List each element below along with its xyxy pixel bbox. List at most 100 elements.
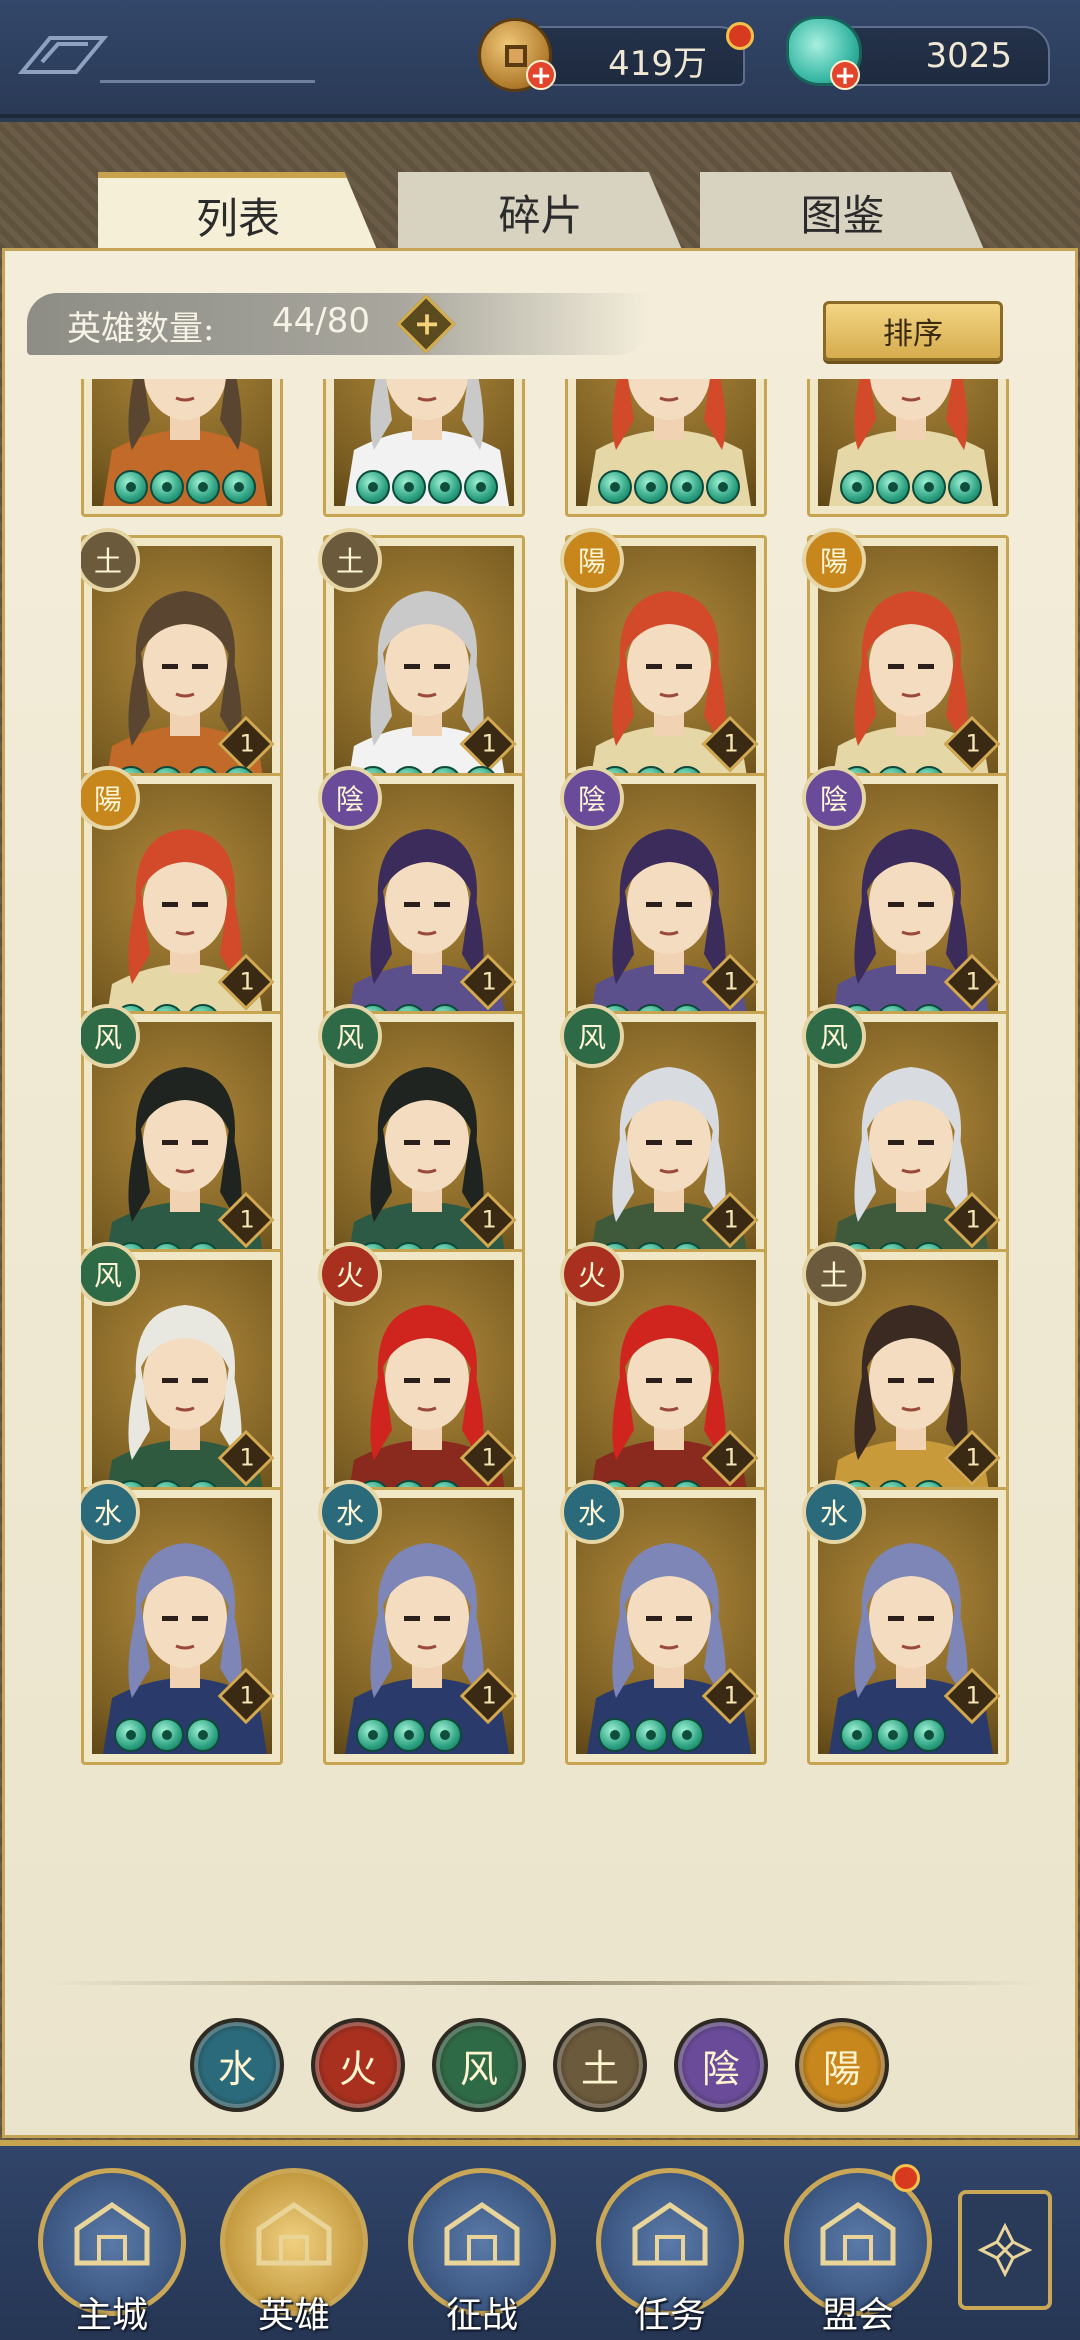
sort-button[interactable]: 排序 — [823, 301, 1003, 361]
hero-card[interactable]: 水1 — [318, 1480, 525, 1765]
element-badge-wind: 风 — [802, 1004, 866, 1068]
menu-icon[interactable] — [18, 30, 108, 80]
tab-fragments[interactable]: 碎片 — [398, 172, 683, 252]
hero-star-row — [356, 1718, 462, 1752]
hero-count-label: 英雄数量: — [67, 309, 215, 349]
more-menu-button[interactable] — [958, 2190, 1052, 2310]
tab-list[interactable]: 列表 — [98, 172, 378, 252]
jade-value: 3025 — [925, 36, 1012, 76]
hero-level-value: 1 — [239, 967, 255, 996]
hero-level-value: 1 — [723, 1205, 739, 1234]
jade-star-icon — [598, 1718, 632, 1752]
hero-level-value: 1 — [481, 967, 497, 996]
element-badge-yin: 陰 — [318, 766, 382, 830]
bottom-navigation: 主城 英雄 征战 任务 盟会 — [0, 2140, 1080, 2340]
jade-star-icon — [392, 470, 426, 504]
jade-star-icon — [706, 470, 740, 504]
jade-star-icon — [222, 470, 256, 504]
filter-wind-button[interactable]: 风 — [432, 2018, 526, 2112]
hero-star-row — [840, 1718, 946, 1752]
hero-card[interactable]: 水1 — [802, 1480, 1009, 1765]
add-copper-button[interactable]: + — [526, 60, 556, 90]
jade-star-icon — [186, 470, 220, 504]
hero-star-row — [840, 470, 982, 504]
element-badge-earth: 土 — [802, 1242, 866, 1306]
hero-level-value: 1 — [481, 729, 497, 758]
filter-earth-button[interactable]: 土 — [553, 2018, 647, 2112]
element-badge-wind: 风 — [318, 1004, 382, 1068]
hero-level-value: 1 — [965, 1443, 981, 1472]
tab-gallery[interactable]: 图鉴 — [700, 172, 985, 252]
hero-count-strip: 英雄数量: 44/80 + — [27, 293, 647, 355]
filter-yin-button[interactable]: 陰 — [674, 2018, 768, 2112]
nav-item-0[interactable]: 主城 — [38, 2168, 188, 2338]
hero-card[interactable]: 水1 — [560, 1480, 767, 1765]
hero-level-value: 1 — [481, 1443, 497, 1472]
nav-item-1[interactable]: 英雄 — [220, 2168, 370, 2338]
flower-menu-icon — [977, 2222, 1033, 2278]
element-badge-fire: 火 — [560, 1242, 624, 1306]
element-badge-yin: 陰 — [560, 766, 624, 830]
jade-star-icon — [464, 470, 498, 504]
element-filter-bar: 水火风土陰陽 — [190, 2018, 890, 2114]
element-badge-yang: 陽 — [560, 528, 624, 592]
hero-card[interactable]: 陽1 — [565, 379, 767, 517]
jade-star-icon — [356, 470, 390, 504]
nav-item-label: 英雄 — [257, 2295, 330, 2336]
hero-card[interactable]: 水1 — [81, 1480, 283, 1765]
jade-star-icon — [634, 1718, 668, 1752]
notification-dot — [892, 2164, 920, 2192]
hero-level-value: 1 — [239, 1443, 255, 1472]
element-badge-water: 水 — [318, 1480, 382, 1544]
add-jade-button[interactable]: + — [830, 60, 860, 90]
jade-star-icon — [428, 1718, 462, 1752]
element-badge-yang: 陽 — [802, 528, 866, 592]
hero-level-value: 1 — [723, 729, 739, 758]
nav-item-4[interactable]: 盟会 — [784, 2164, 934, 2338]
hero-star-row — [356, 470, 498, 504]
jade-star-icon — [670, 1718, 704, 1752]
element-badge-water: 水 — [560, 1480, 624, 1544]
hero-level-value: 1 — [723, 967, 739, 996]
filter-fire-button[interactable]: 火 — [311, 2018, 405, 2112]
hero-level-value: 1 — [481, 1205, 497, 1234]
grid-divider — [45, 1981, 1041, 1985]
jade-star-icon — [150, 1718, 184, 1752]
tab-list-label: 列表 — [195, 193, 280, 243]
hero-card[interactable]: 土1 — [81, 379, 283, 517]
top-resource-bar: 419万 + 3025 + — [0, 0, 1080, 118]
jade-star-icon — [840, 1718, 874, 1752]
jade-star-icon — [912, 1718, 946, 1752]
nav-item-label: 主城 — [75, 2295, 148, 2336]
hero-card[interactable]: 土1 — [323, 379, 525, 517]
notification-dot — [726, 22, 754, 50]
nav-item-3[interactable]: 任务 — [596, 2168, 746, 2338]
hero-level-value: 1 — [965, 967, 981, 996]
element-badge-water: 水 — [802, 1480, 866, 1544]
filter-yang-button[interactable]: 陽 — [795, 2018, 889, 2112]
jade-star-icon — [186, 1718, 220, 1752]
hero-star-row — [598, 1718, 704, 1752]
filter-water-button[interactable]: 水 — [190, 2018, 284, 2112]
jade-star-icon — [670, 470, 704, 504]
jade-star-icon — [634, 470, 668, 504]
element-badge-earth: 土 — [318, 528, 382, 592]
jade-star-icon — [948, 470, 982, 504]
nav-item-label: 征战 — [445, 2295, 518, 2336]
copper-value: 419万 — [608, 44, 707, 84]
tab-fragments-label: 碎片 — [498, 190, 583, 240]
nav-item-2[interactable]: 征战 — [408, 2168, 558, 2338]
nav-item-label: 任务 — [633, 2295, 706, 2336]
hero-level-value: 1 — [723, 1443, 739, 1472]
jade-star-icon — [876, 470, 910, 504]
hero-level-value: 1 — [481, 1681, 497, 1710]
hero-card[interactable]: 陽1 — [807, 379, 1009, 517]
hero-star-row — [114, 1718, 220, 1752]
jade-star-icon — [150, 470, 184, 504]
expand-hero-slots-button[interactable]: + — [396, 294, 456, 354]
hero-level-value: 1 — [239, 1205, 255, 1234]
jade-star-icon — [428, 470, 462, 504]
tab-gallery-label: 图鉴 — [800, 190, 885, 240]
jade-star-icon — [840, 470, 874, 504]
jade-star-icon — [912, 470, 946, 504]
